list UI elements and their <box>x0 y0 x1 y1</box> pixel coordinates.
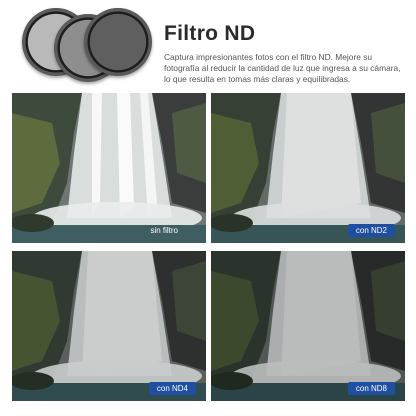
page-title: Filtro ND <box>164 22 256 45</box>
photo-label-sin-filtro: sin filtro <box>150 226 178 235</box>
waterfall-photo-nd4: con ND4 <box>12 251 206 401</box>
waterfall-photo-nd8: con ND8 <box>211 251 405 401</box>
filter-ring-dark <box>84 8 152 76</box>
page-description: Captura impresionantes fotos con el filt… <box>164 52 401 84</box>
nd-filter-set-icon <box>22 4 152 86</box>
photo-label-nd4-badge: con ND4 <box>148 382 196 395</box>
photo-label-nd8-badge: con ND8 <box>347 382 395 395</box>
waterfall-photo-nd2: con ND2 <box>211 93 405 243</box>
waterfall-photo-no-filter: sin filtro <box>12 93 206 243</box>
photo-label-nd2-badge: con ND2 <box>347 224 395 237</box>
